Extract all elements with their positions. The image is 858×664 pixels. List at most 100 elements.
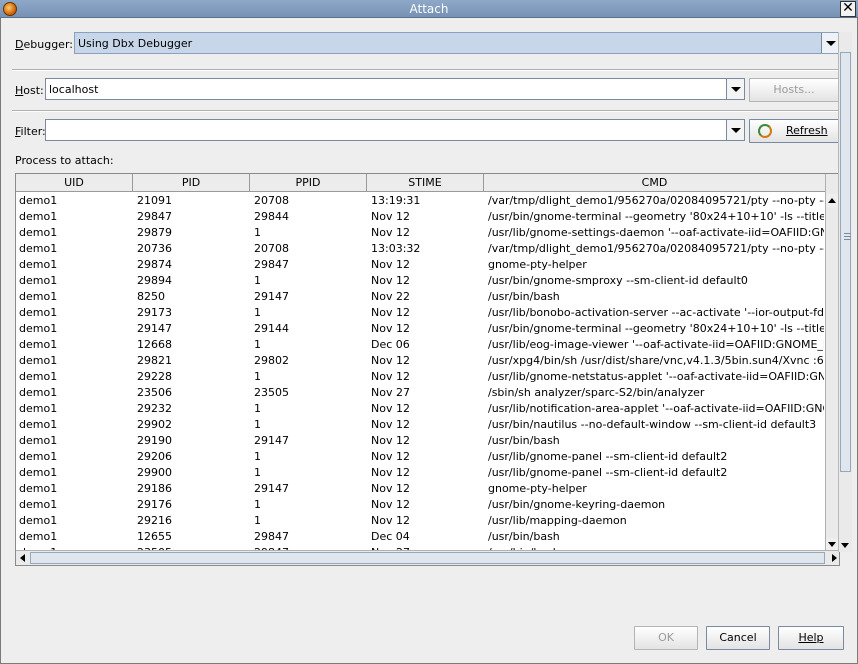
table-cell-cmd: /usr/bin/gnome-smproxy --sm-client-id de… — [488, 274, 748, 287]
table-cell-ppid: 29144 — [254, 322, 289, 335]
column-header-cmd[interactable]: CMD — [484, 174, 826, 192]
table-cell-pid: 29900 — [137, 466, 172, 479]
table-row[interactable]: demo1 12655 29847 Dec 04/usr/bin/bash — [16, 529, 826, 545]
table-cell-stime: Nov 12 — [371, 210, 410, 223]
grip-line — [844, 239, 851, 240]
table-row[interactable]: demo1 12668 1 Dec 06/usr/lib/eog-image-view… — [16, 337, 826, 353]
grip-line — [844, 236, 851, 237]
grip-line — [844, 233, 851, 234]
table-cell-cmd: /usr/lib/bonobo-activation-server --ac-a… — [488, 306, 824, 319]
table-cell-uid: demo1 — [19, 418, 58, 431]
hosts-button[interactable]: Hosts... — [749, 78, 839, 102]
scroll-thumb[interactable] — [30, 552, 825, 564]
table-row[interactable]: demo1 23506 23505 Nov 27/sbin/sh analyzer/s… — [16, 385, 826, 401]
table-horizontal-scrollbar[interactable] — [16, 550, 839, 565]
debugger-label: Debugger: — [15, 38, 73, 51]
scroll-left-icon[interactable] — [16, 551, 30, 565]
scroll-right-icon[interactable] — [827, 551, 839, 565]
table-cell-stime: Nov 12 — [371, 274, 410, 287]
table-row[interactable]: demo1 29821 29802 Nov 12/usr/xpg4/bin/sh /u… — [16, 353, 826, 369]
table-cell-cmd: /usr/lib/gnome-netstatus-applet '--oaf-a… — [488, 370, 824, 383]
chevron-down-icon[interactable] — [726, 79, 744, 99]
table-row[interactable]: demo1 29874 29847 Nov 12 gnome-pty-helper — [16, 257, 826, 273]
column-header-uid[interactable]: UID — [16, 174, 133, 192]
window-title: Attach — [409, 2, 449, 16]
table-cell-cmd: /usr/lib/gnome-panel --sm-client-id defa… — [488, 450, 728, 463]
table-row[interactable]: demo1 29216 1 Nov 12/usr/lib/mapping-daemon — [16, 513, 826, 529]
table-cell-stime: Dec 06 — [371, 338, 410, 351]
table-row[interactable]: demo1 20736 20708 13:03:32/var/tmp/dlight_d… — [16, 241, 826, 257]
table-row[interactable]: demo1 29147 29144 Nov 12/usr/bin/gnome-term… — [16, 321, 826, 337]
table-cell-ppid: 20708 — [254, 242, 289, 255]
table-cell-pid: 29228 — [137, 370, 172, 383]
table-vertical-scrollbar[interactable] — [825, 174, 839, 551]
process-table[interactable]: UID PID PPID STIME CMD demo1 21091 20708 13… — [15, 173, 840, 566]
table-row[interactable]: demo1 29879 1 Nov 12/usr/lib/gnome-settings… — [16, 225, 826, 241]
dialog-vertical-scrollbar[interactable] — [838, 32, 852, 552]
table-cell-stime: Nov 12 — [371, 450, 410, 463]
table-row[interactable]: demo1 8250 29147 Nov 22/usr/bin/bash — [16, 289, 826, 305]
table-cell-uid: demo1 — [19, 370, 58, 383]
scroll-down-icon[interactable] — [839, 539, 852, 552]
table-row[interactable]: demo1 29190 29147 Nov 12/usr/bin/bash — [16, 433, 826, 449]
table-cell-uid: demo1 — [19, 322, 58, 335]
table-cell-uid: demo1 — [19, 450, 58, 463]
debugger-value: Using Dbx Debugger — [78, 37, 193, 50]
table-cell-pid: 29821 — [137, 354, 172, 367]
column-header-stime[interactable]: STIME — [367, 174, 484, 192]
table-cell-uid: demo1 — [19, 354, 58, 367]
table-cell-cmd: /usr/lib/gnome-panel --sm-client-id defa… — [488, 466, 728, 479]
table-cell-cmd: /usr/lib/eog-image-viewer '--oaf-activat… — [488, 338, 824, 351]
table-cell-stime: Nov 12 — [371, 322, 410, 335]
table-cell-pid: 12655 — [137, 530, 172, 543]
table-cell-uid: demo1 — [19, 514, 58, 527]
table-row[interactable]: demo1 29206 1 Nov 12/usr/lib/gnome-panel --… — [16, 449, 826, 465]
table-cell-ppid: 1 — [254, 306, 261, 319]
table-cell-pid: 29173 — [137, 306, 172, 319]
table-cell-ppid: 1 — [254, 514, 261, 527]
table-cell-stime: Nov 12 — [371, 370, 410, 383]
scroll-thumb[interactable] — [840, 52, 851, 472]
filter-input[interactable] — [45, 119, 745, 141]
cancel-button[interactable]: Cancel — [706, 626, 770, 650]
table-row[interactable]: demo1 29173 1 Nov 12/usr/lib/bonobo-activat… — [16, 305, 826, 321]
table-row[interactable]: demo1 29176 1 Nov 12/usr/bin/gnome-keyring-… — [16, 497, 826, 513]
column-header-ppid[interactable]: PPID — [250, 174, 367, 192]
separator — [12, 110, 846, 112]
table-row[interactable]: demo1 29186 29147 Nov 12 gnome-pty-helper — [16, 481, 826, 497]
table-cell-uid: demo1 — [19, 434, 58, 447]
column-header-pid[interactable]: PID — [133, 174, 250, 192]
host-combo[interactable]: localhost — [45, 78, 745, 100]
table-row[interactable]: demo1 21091 20708 13:19:31/var/tmp/dlight_d… — [16, 193, 826, 209]
chevron-down-icon[interactable] — [821, 33, 839, 53]
table-cell-ppid: 29844 — [254, 210, 289, 223]
table-cell-pid: 8250 — [137, 290, 165, 303]
chevron-down-icon[interactable] — [726, 120, 744, 140]
table-row[interactable]: demo1 29232 1 Nov 12/usr/lib/notification-a… — [16, 401, 826, 417]
title-bar[interactable]: Attach ✕ — [0, 0, 858, 18]
table-cell-ppid: 1 — [254, 370, 261, 383]
refresh-label: Refresh — [786, 124, 828, 137]
close-icon[interactable]: ✕ — [840, 1, 856, 17]
ok-button[interactable]: OK — [634, 626, 698, 650]
table-row[interactable]: demo1 29900 1 Nov 12/usr/lib/gnome-panel --… — [16, 465, 826, 481]
table-body: demo1 21091 20708 13:19:31/var/tmp/dlight_d… — [16, 193, 826, 551]
table-cell-ppid: 29147 — [254, 434, 289, 447]
refresh-button[interactable]: Refresh — [749, 119, 839, 143]
table-cell-stime: Dec 04 — [371, 530, 410, 543]
table-row[interactable]: demo1 29228 1 Nov 12/usr/lib/gnome-netstatu… — [16, 369, 826, 385]
debugger-select[interactable]: Using Dbx Debugger — [74, 32, 840, 54]
table-cell-ppid: 1 — [254, 338, 261, 351]
table-cell-cmd: /usr/bin/bash — [488, 290, 560, 303]
help-button[interactable]: Help — [778, 626, 844, 650]
host-value: localhost — [49, 83, 99, 96]
table-row[interactable]: demo1 29894 1 Nov 12/usr/bin/gnome-smproxy … — [16, 273, 826, 289]
table-cell-cmd: /var/tmp/dlight_demo1/956270a/0208409572… — [488, 194, 824, 207]
table-cell-ppid: 1 — [254, 226, 261, 239]
table-row[interactable]: demo1 29902 1 Nov 12/usr/bin/nautilus --no-… — [16, 417, 826, 433]
table-cell-ppid: 29147 — [254, 290, 289, 303]
table-cell-pid: 23506 — [137, 386, 172, 399]
table-cell-uid: demo1 — [19, 402, 58, 415]
table-cell-pid: 29176 — [137, 498, 172, 511]
table-row[interactable]: demo1 29847 29844 Nov 12/usr/bin/gnome-term… — [16, 209, 826, 225]
